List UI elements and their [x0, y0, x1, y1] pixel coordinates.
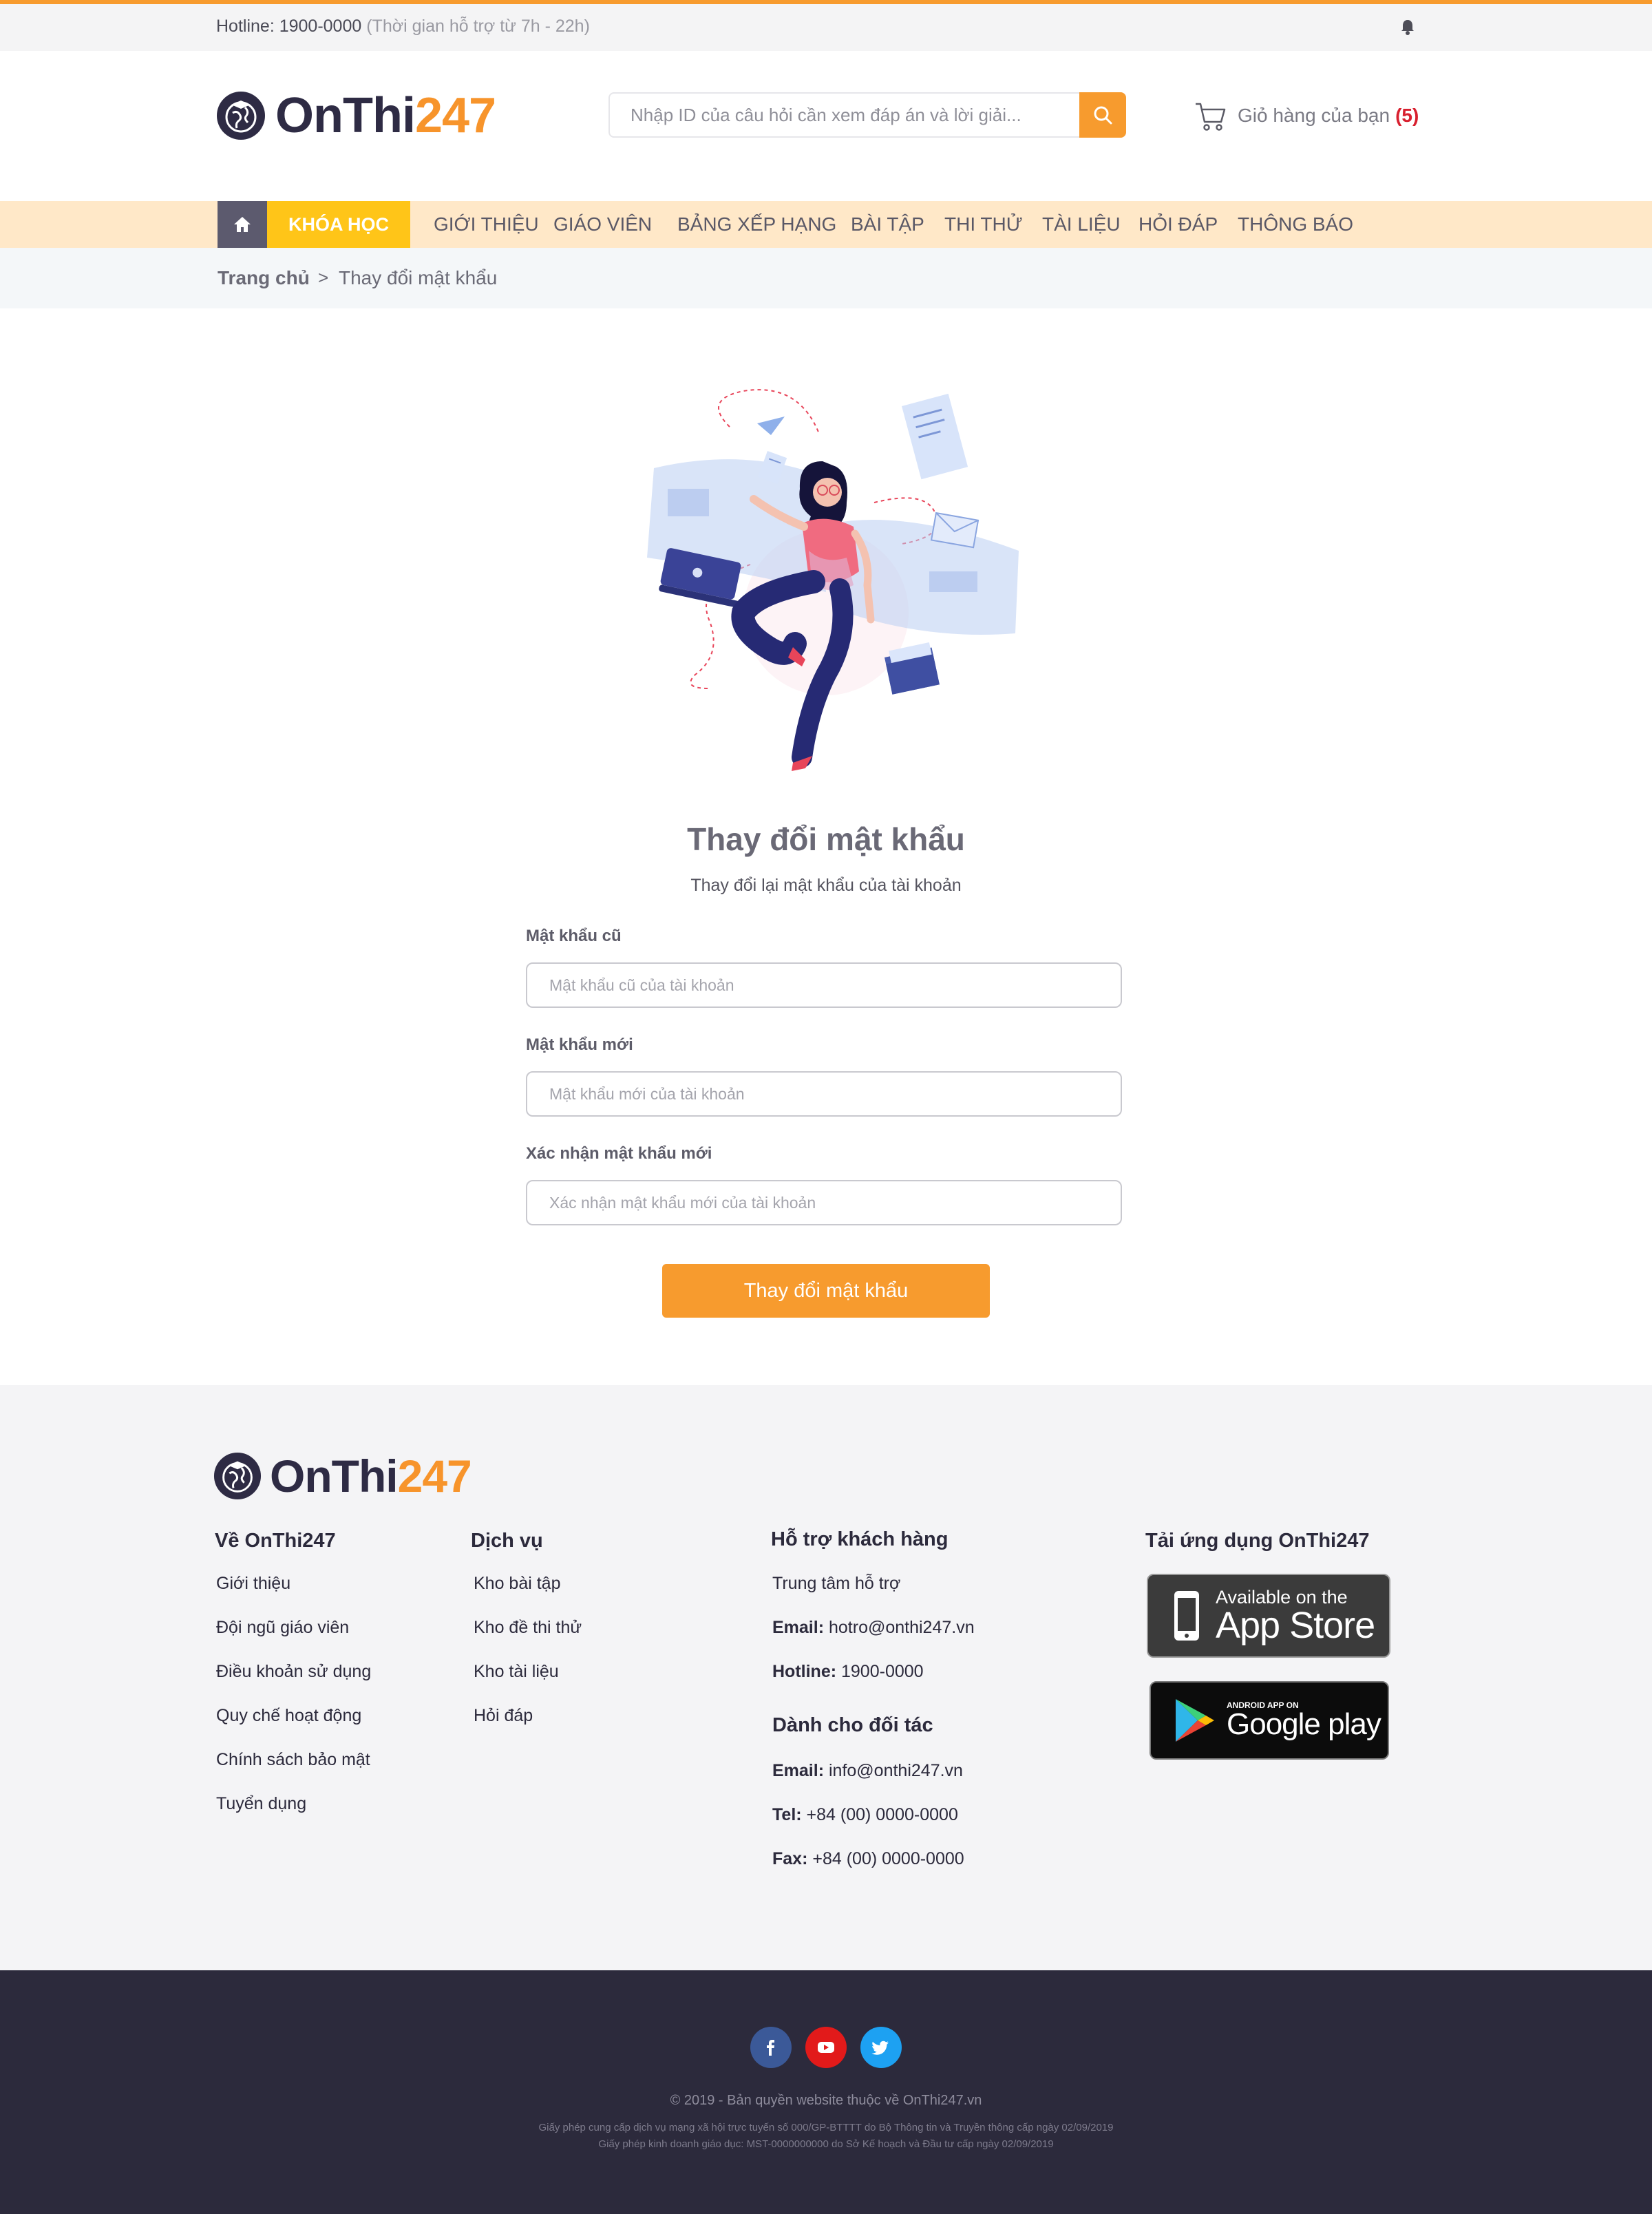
old-password-field[interactable]	[526, 962, 1122, 1008]
bottom-bar	[0, 1970, 1652, 2214]
nav-courses[interactable]: KHÓA HỌC	[267, 201, 410, 248]
footer-partner-email: Email: info@onthi247.vn	[772, 1761, 963, 1781]
brand-num: 247	[414, 88, 496, 143]
footer-brand-num: 247	[397, 1451, 472, 1501]
bell-icon[interactable]	[1397, 17, 1418, 37]
footer-apps-heading: Tải ứng dụng OnThi247	[1145, 1530, 1370, 1552]
site-logo[interactable]: OnThi247	[216, 88, 496, 143]
change-password-button[interactable]: Thay đổi mật khẩu	[662, 1264, 990, 1318]
google-play-big-text: Google play	[1227, 1707, 1381, 1741]
breadcrumb-separator: >	[318, 267, 329, 288]
globe-logo-icon	[217, 92, 265, 140]
twitter-icon[interactable]	[860, 2027, 902, 2068]
footer-link[interactable]: Đội ngũ giáo viên	[216, 1618, 349, 1638]
footer-about-heading: Về OnThi247	[215, 1530, 336, 1552]
email-label: Email:	[772, 1618, 825, 1637]
hotline-label: Hotline:	[772, 1662, 837, 1681]
new-password-field[interactable]	[526, 1071, 1122, 1117]
footer-link[interactable]: Kho bài tập	[474, 1574, 561, 1594]
home-icon	[234, 217, 251, 232]
nav-item-tai-lieu[interactable]: TÀI LIỆU	[1042, 201, 1121, 248]
fax-value: +84 (00) 0000-0000	[812, 1849, 964, 1868]
phone-icon	[1174, 1591, 1199, 1641]
copyright-text: © 2019 - Bản quyền website thuộc về OnTh…	[670, 2093, 982, 2108]
nav-home-button[interactable]	[218, 201, 267, 248]
confirm-password-label: Xác nhận mật khẩu mới	[526, 1144, 712, 1163]
footer-link[interactable]: Hỏi đáp	[474, 1706, 533, 1726]
footer-support-email: Email: hotro@onthi247.vn	[772, 1618, 975, 1638]
new-password-label: Mật khẩu mới	[526, 1035, 633, 1054]
footer-link[interactable]: Quy chế hoạt động	[216, 1706, 361, 1726]
footer-link[interactable]: Chính sách bảo mật	[216, 1750, 370, 1770]
brand-on: OnThi	[275, 88, 416, 143]
google-play-badge[interactable]: ANDROID APP ON Google play	[1150, 1681, 1389, 1760]
app-store-badge[interactable]: Available on the App Store	[1147, 1574, 1390, 1658]
support-hours: (Thời gian hỗ trợ từ 7h - 22h)	[366, 17, 590, 36]
main-nav: KHÓA HỌC GIỚI THIỆU GIÁO VIÊN BẢNG XẾP H…	[0, 201, 1652, 248]
cart-icon	[1196, 103, 1226, 131]
hotline-number: Hotline: 1900-0000	[216, 17, 362, 36]
nav-item-hoi-dap[interactable]: HỎI ĐÁP	[1139, 201, 1218, 248]
email-label: Email:	[772, 1761, 825, 1780]
hero-illustration	[647, 389, 1019, 771]
footer-link[interactable]: Kho đề thi thử	[474, 1618, 582, 1638]
search-box	[608, 92, 1126, 138]
confirm-password-field[interactable]	[526, 1180, 1122, 1225]
footer-brand-on: OnThi	[270, 1451, 399, 1501]
nav-item-bai-tap[interactable]: BÀI TẬP	[851, 201, 924, 248]
fax-label: Fax:	[772, 1849, 808, 1868]
footer-support-heading: Hỗ trợ khách hàng	[771, 1528, 949, 1550]
footer-brand-name: OnThi247	[270, 1453, 472, 1499]
app-store-big-text: App Store	[1216, 1604, 1375, 1646]
footer-link[interactable]: Giới thiệu	[216, 1574, 290, 1594]
search-button[interactable]	[1079, 92, 1126, 138]
tel-label: Tel:	[772, 1805, 802, 1824]
footer-logo[interactable]: OnThi247	[213, 1450, 472, 1502]
hotline-value: 1900-0000	[841, 1662, 924, 1681]
footer-support-hotline: Hotline: 1900-0000	[772, 1662, 924, 1682]
breadcrumb: Trang chủ > Thay đổi mật khẩu	[0, 248, 1652, 308]
license-text-2: Giấy phép kinh doanh giáo dục: MST-00000…	[598, 2138, 1054, 2150]
youtube-icon[interactable]	[805, 2027, 847, 2068]
footer-support-center[interactable]: Trung tâm hỗ trợ	[772, 1574, 900, 1594]
footer-partner-tel: Tel: +84 (00) 0000-0000	[772, 1805, 958, 1825]
hotline-text: Hotline: 1900-0000 (Thời gian hỗ trợ từ …	[216, 17, 590, 36]
breadcrumb-current: Thay đổi mật khẩu	[339, 267, 498, 288]
email-value[interactable]: info@onthi247.vn	[829, 1761, 963, 1780]
nav-item-thong-bao[interactable]: THÔNG BÁO	[1238, 201, 1353, 248]
globe-logo-icon	[213, 1452, 262, 1500]
cart-count: (5)	[1395, 105, 1419, 126]
nav-item-giao-vien[interactable]: GIÁO VIÊN	[553, 201, 652, 248]
brand-name: OnThi247	[275, 91, 496, 140]
footer-link[interactable]: Điều khoản sử dụng	[216, 1662, 371, 1682]
page-title: Thay đổi mật khẩu	[687, 821, 965, 857]
search-icon	[1094, 106, 1112, 125]
search-input[interactable]	[610, 94, 1079, 136]
footer-partner-fax: Fax: +84 (00) 0000-0000	[772, 1849, 964, 1869]
old-password-label: Mật khẩu cũ	[526, 927, 622, 945]
email-value[interactable]: hotro@onthi247.vn	[829, 1618, 975, 1637]
page-subtitle: Thay đổi lại mật khẩu của tài khoản	[690, 876, 962, 895]
license-text-1: Giấy phép cung cấp dịch vụ mạng xã hội t…	[538, 2122, 1114, 2133]
nav-item-bang-xep-hang[interactable]: BẢNG XẾP HẠNG	[677, 201, 836, 248]
facebook-icon[interactable]	[750, 2027, 792, 2068]
cart-link[interactable]: Giỏ hàng của bạn (5)	[1194, 96, 1419, 135]
cart-label: Giỏ hàng của bạn	[1238, 105, 1390, 126]
google-play-icon	[1176, 1699, 1214, 1742]
footer-link[interactable]: Kho tài liệu	[474, 1662, 559, 1682]
app-store-small-text: Available on the	[1216, 1586, 1348, 1607]
footer-services-heading: Dịch vụ	[471, 1530, 543, 1552]
tel-value: +84 (00) 0000-0000	[806, 1805, 958, 1824]
footer-link[interactable]: Tuyển dụng	[216, 1794, 306, 1814]
nav-item-thi-thu[interactable]: THI THỬ	[944, 201, 1023, 248]
breadcrumb-home[interactable]: Trang chủ	[218, 267, 310, 289]
nav-item-gioi-thieu[interactable]: GIỚI THIỆU	[434, 201, 539, 248]
footer-partners-heading: Dành cho đối tác	[772, 1714, 933, 1736]
